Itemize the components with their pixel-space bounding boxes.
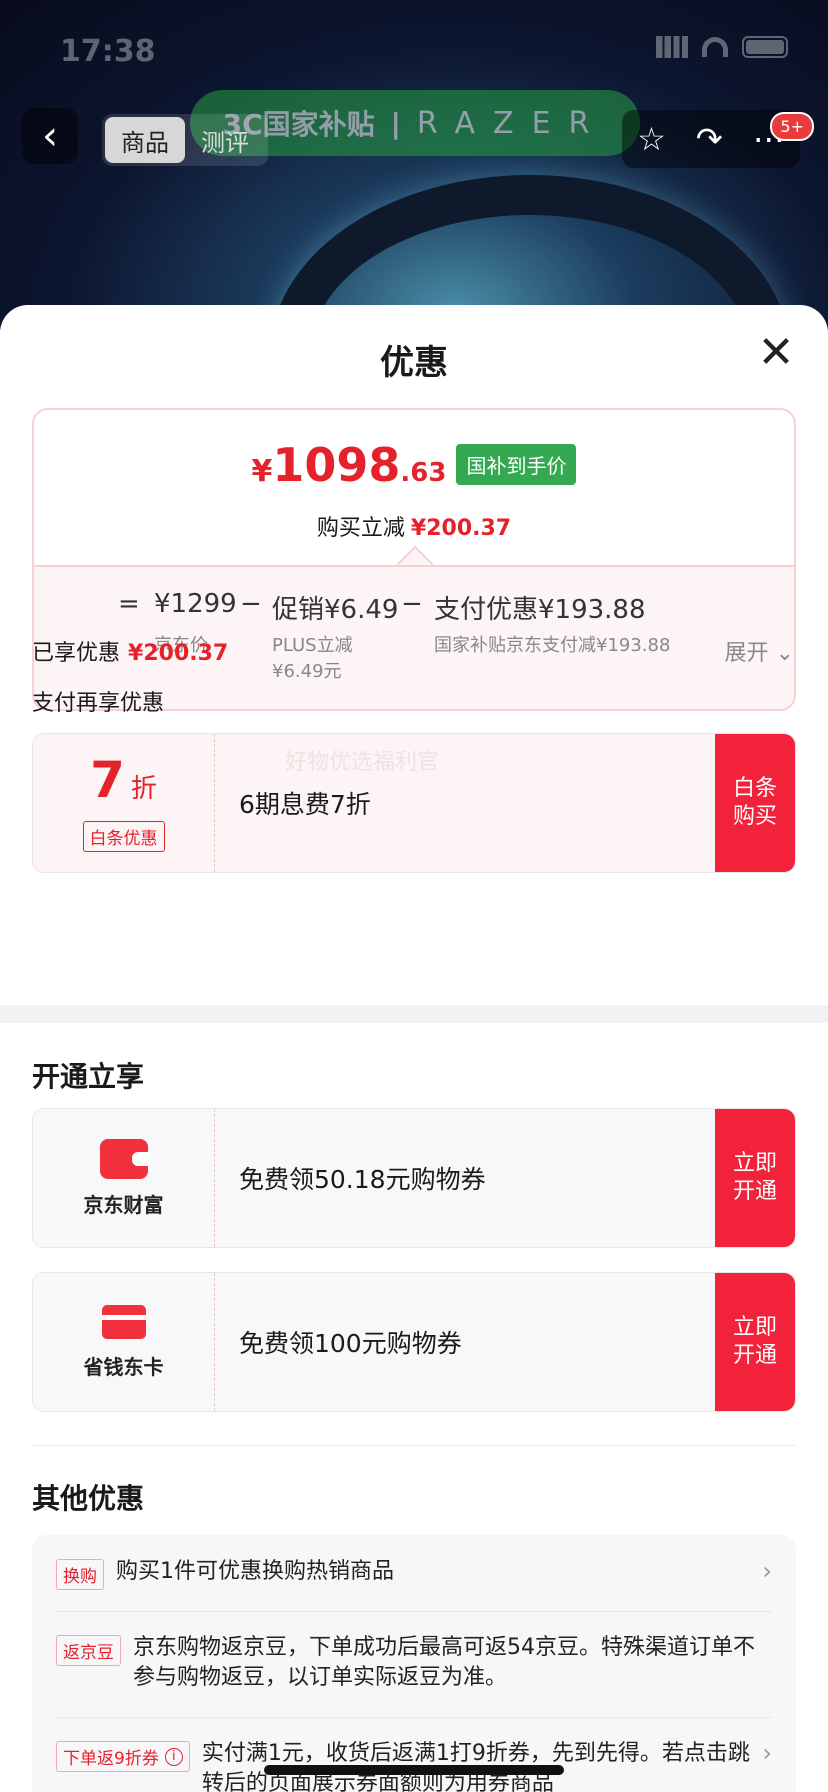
exchange-tag: 换购 <box>56 1559 104 1590</box>
banner-separator: | <box>390 106 401 140</box>
payment-discount-label: 国家补贴京东支付减¥193.88 <box>434 635 671 656</box>
purchase-discount-amount: ¥200.37 <box>410 516 512 541</box>
jd-wealth-offer-card[interactable]: 京东财富 免费领50.18元购物券 立即开通 <box>32 1108 796 1248</box>
status-bar: 17:38 <box>0 30 828 70</box>
baitiao-offer-card[interactable]: 7折 白条优惠 好物优选福利官 6期息费7折 白条购买 <box>32 733 796 873</box>
chevron-right-icon: › <box>762 1557 772 1585</box>
signal-icon <box>656 36 688 58</box>
jingdou-text: 京东购物返京豆，下单成功后最高可返54京豆。特殊渠道订单不参与购物返豆，以订单实… <box>133 1635 755 1690</box>
back-icon: ‹ <box>42 113 58 159</box>
jd-wealth-open-button[interactable]: 立即开通 <box>715 1109 795 1247</box>
jd-wealth-description: 免费领50.18元购物券 <box>215 1109 715 1247</box>
star-icon[interactable]: ☆ <box>637 120 666 158</box>
status-time: 17:38 <box>60 34 156 69</box>
section-divider <box>0 1005 828 1023</box>
saving-card-offer-card[interactable]: 省钱东卡 免费领100元购物券 立即开通 <box>32 1272 796 1412</box>
close-button[interactable]: ✕ <box>754 331 798 377</box>
list-item-jingdou: 返京豆 京东购物返京豆，下单成功后最高可返54京豆。特殊渠道订单不参与购物返豆，… <box>56 1633 772 1693</box>
row-divider <box>56 1611 772 1612</box>
subsidy-price-tag: 国补到手价 <box>456 444 577 485</box>
plus-discount-label: PLUS立减 ¥6.49元 <box>272 635 353 682</box>
row-divider <box>56 1717 772 1718</box>
baitiao-discount: 7折 <box>90 751 157 809</box>
close-icon: ✕ <box>757 327 795 378</box>
purchase-discount: 购买立减 ¥200.37 <box>34 510 794 542</box>
battery-icon <box>742 36 788 58</box>
final-price: ¥ 1098 .63 国补到手价 <box>34 438 794 493</box>
info-icon[interactable]: i <box>164 1747 183 1766</box>
equals-sign: = <box>118 589 140 619</box>
discount-sheet: 优惠 ✕ ¥ 1098 .63 国补到手价 购买立减 ¥200.37 = ¥129… <box>0 305 828 1792</box>
tab-product[interactable]: 商品 <box>105 117 185 163</box>
list-item-exchange[interactable]: 换购 购买1件可优惠换购热销商品 › <box>56 1557 772 1590</box>
minus-sign: − <box>240 589 262 619</box>
wifi-icon <box>702 37 728 57</box>
wallet-icon <box>99 1138 150 1179</box>
coupon-tag: 下单返9折券 i <box>56 1741 190 1772</box>
baitiao-buy-button[interactable]: 白条购买 <box>715 734 795 872</box>
message-badge: 5+ <box>770 112 814 141</box>
payment-discount: 支付优惠¥193.88 <box>434 595 646 625</box>
price-integer: 1098 <box>272 438 401 492</box>
enjoyed-label: 已享优惠 <box>32 641 121 666</box>
watermark-text: 好物优选福利官 <box>285 750 440 775</box>
purchase-discount-label: 购买立减 <box>316 516 405 541</box>
saving-card-open-button[interactable]: 立即开通 <box>715 1273 795 1411</box>
brand-logo: RAZER <box>416 105 608 141</box>
minus-sign: − <box>401 589 423 619</box>
back-button[interactable]: ‹ <box>22 108 78 164</box>
price-decimal: .63 <box>400 458 447 488</box>
share-icon[interactable]: ↷ <box>696 120 723 158</box>
divider <box>32 1445 796 1446</box>
promo-amount: 促销¥6.49 <box>272 595 399 625</box>
pay-more-title: 支付再享优惠 <box>32 691 165 716</box>
enjoyed-discount: 已享优惠 ¥200.37 <box>32 635 228 667</box>
status-icons <box>656 36 788 58</box>
exchange-text: 购买1件可优惠换购热销商品 <box>116 1559 394 1584</box>
jingdou-tag: 返京豆 <box>56 1635 121 1666</box>
jd-price: ¥1299 <box>154 589 237 619</box>
tab-switcher: 商品 测评 <box>102 114 268 166</box>
baitiao-description: 6期息费7折 <box>239 790 371 819</box>
enjoyed-amount: ¥200.37 <box>128 641 229 666</box>
top-nav: 3C国家补贴 | RAZER ‹ 商品 测评 ☆ ↷ ⋯ 5+ <box>0 90 828 170</box>
other-section-title: 其他优惠 <box>32 1482 145 1515</box>
jd-wealth-label: 京东财富 <box>83 1192 164 1217</box>
expand-label: 展开 <box>724 641 769 666</box>
other-offers-list: 换购 购买1件可优惠换购热销商品 › 返京豆 京东购物返京豆，下单成功后最高可返… <box>32 1535 796 1792</box>
expand-button[interactable]: 展开 ⌄ <box>725 635 794 667</box>
tab-review[interactable]: 测评 <box>185 117 265 163</box>
baitiao-tag: 白条优惠 <box>82 821 165 852</box>
sheet-title: 优惠 <box>380 343 448 383</box>
card-icon <box>101 1304 146 1339</box>
home-indicator <box>264 1765 564 1775</box>
open-section-title: 开通立享 <box>32 1060 145 1093</box>
chevron-down-icon: ⌄ <box>775 641 794 666</box>
chevron-right-icon: › <box>762 1739 772 1767</box>
price-symbol: ¥ <box>251 454 273 489</box>
saving-card-description: 免费领100元购物券 <box>215 1273 715 1411</box>
saving-card-label: 省钱东卡 <box>83 1354 164 1379</box>
